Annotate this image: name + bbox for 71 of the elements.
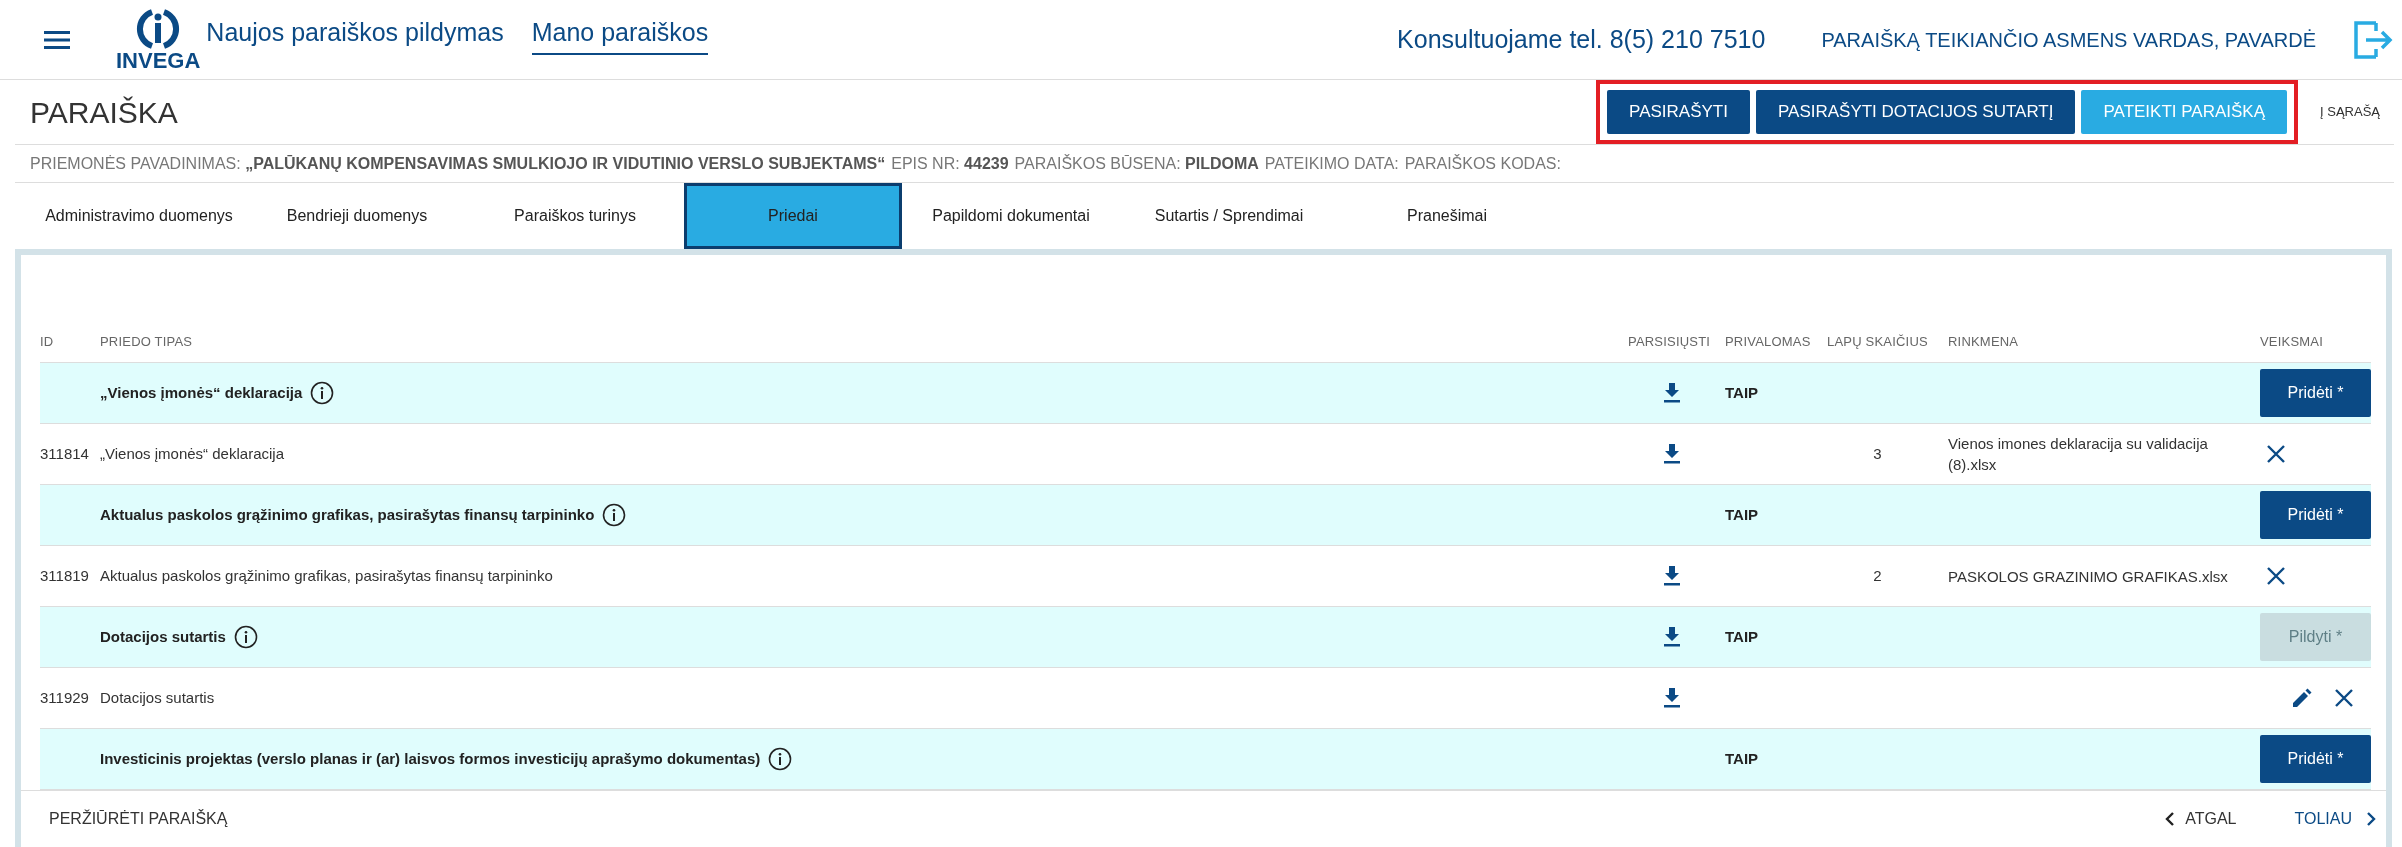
tab[interactable]: Papildomi dokumentai [902,183,1120,249]
id-cell: 311814 [40,444,89,462]
add-button[interactable]: Pridėti * [2260,735,2371,783]
file-name: PASKOLOS GRAZINIMO GRAFIKAS.xlsx [1948,567,2228,585]
phone-text: Konsultuojame tel. 8(5) 210 7510 [1397,23,1766,55]
group-title: Aktualus paskolos grąžinimo grafikas, pasirašytas finansų tarpininko [100,504,595,525]
tab[interactable]: Paraiškos turinys [466,183,684,249]
column-header: PRIEDO TIPAS [100,332,194,351]
download-icon[interactable] [1663,383,1680,403]
column-header: ID [40,332,55,351]
chevron-left-icon [2165,811,2176,827]
file-name: Vienos imones deklaracija su validacija (8).xlsx [1948,435,2208,473]
preview-link[interactable]: PERŽIŪRĖTI PARAIŠKĄ [49,807,228,831]
column-header: PARSISIŲSTI [1628,332,1712,351]
info-icon[interactable] [233,625,258,649]
add-button[interactable]: Pridėti * [2260,491,2371,539]
required-text: TAIP [1725,383,1759,401]
column-header: VEIKSMAI [2260,332,2324,351]
info-field: PRIEMONĖS PAVADINIMAS: „PALŪKANŲ KOMPENSAVIMAS SMULKIOJO IR VIDUTINIO VERSLO SUBJEKTAMS“ [30,151,886,176]
attachment-title: Dotacijos sutartis [100,687,215,708]
info-field: PARAIŠKOS BŪSENA: PILDOMA [1014,151,1259,176]
attachment-title: Aktualus paskolos grąžinimo grafikas, pasirašytas finansų tarpininko [100,565,553,586]
tab[interactable]: Priedai [684,183,902,249]
download-icon[interactable] [1663,444,1680,464]
required-text: TAIP [1725,749,1759,767]
info-icon[interactable] [310,381,335,405]
menu-icon[interactable] [44,29,70,50]
column-header: RINKMENA [1948,332,2020,351]
page-count: 2 [1873,566,1882,584]
column-header: PRIVALOMAS [1725,332,1812,351]
required-text: TAIP [1725,627,1759,645]
delete-icon[interactable] [2267,445,2285,463]
tab[interactable]: Sutartis / Sprendimai [1120,183,1338,249]
download-icon[interactable] [1663,627,1680,647]
download-icon[interactable] [1663,688,1680,708]
delete-icon[interactable] [2335,689,2353,707]
group-title: Investicinis projektas (verslo planas ir (ar) laisvos formos investicijų aprašymo dokumentas) [100,748,761,769]
action-button[interactable]: PASIRAŠYTI DOTACIJOS SUTARTĮ [1755,90,2076,134]
add-button[interactable]: Pridėti * [2260,369,2371,417]
next-link[interactable]: TOLIAU [2294,807,2376,831]
id-cell: 311929 [40,688,89,706]
page-count: 3 [1873,444,1882,462]
edit-icon[interactable] [2291,687,2313,709]
add-button: Pildyti * [2260,613,2371,661]
back-link[interactable]: ATGAL [2165,807,2237,831]
user-name[interactable]: PARAIŠKĄ TEIKIANČIO ASMENS VARDAS, PAVARDĖ [1821,24,2316,55]
chevron-right-icon [2366,811,2376,827]
required-text: TAIP [1725,505,1759,523]
group-title: „Vienos įmonės“ deklaracija [100,382,303,403]
info-icon[interactable] [602,503,627,527]
delete-icon[interactable] [2267,567,2285,585]
info-icon[interactable] [768,747,793,771]
group-title: Dotacijos sutartis [100,626,226,647]
column-header: LAPŲ SKAIČIUS [1827,332,1929,351]
info-field: PARAIŠKOS KODAS: [1404,151,1561,176]
logout-icon[interactable] [2352,19,2394,60]
page-title: PARAIŠKA [30,94,178,131]
download-icon[interactable] [1663,566,1680,586]
tab[interactable]: Pranešimai [1338,183,1556,249]
info-field: PATEIKIMO DATA: [1264,151,1399,176]
action-button[interactable]: PASIRAŠYTI [1607,90,1750,134]
attachment-title: „Vienos įmonės“ deklaracija [100,443,284,464]
info-field: EPIS NR: 44239 [891,151,1009,176]
logo-text: INVEGA [116,49,201,72]
nav-link[interactable]: Mano paraiškos [531,13,709,56]
tab[interactable]: Administravimo duomenys [30,183,248,249]
id-cell: 311819 [40,566,89,584]
back-to-list-link[interactable]: Į SĄRAŠĄ [2320,102,2380,122]
nav-link[interactable]: Naujos paraiškos pildymas [206,13,504,56]
tab[interactable]: Bendrieji duomenys [248,183,466,249]
logo-mark-icon [136,7,181,50]
